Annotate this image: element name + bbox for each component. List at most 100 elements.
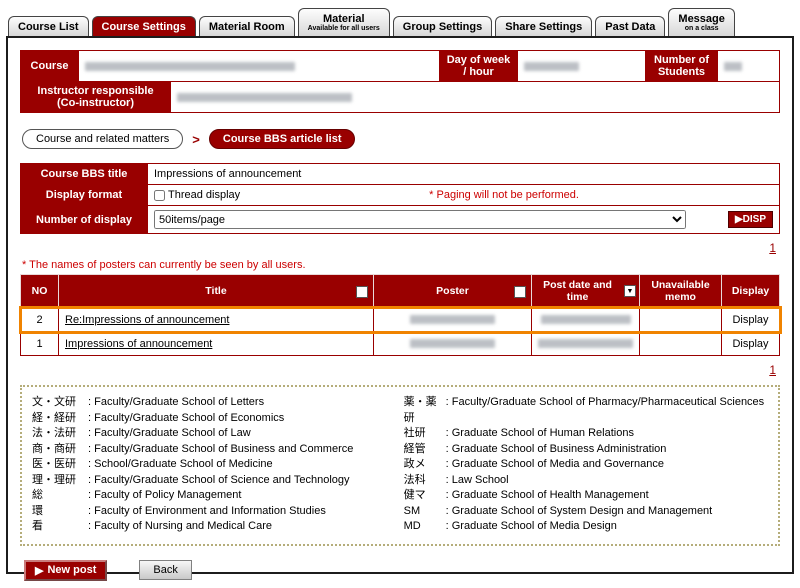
breadcrumb-separator-icon: >	[192, 132, 200, 147]
legend-item: 政メ: Graduate School of Media and Governa…	[404, 457, 768, 473]
tab-label: Group Settings	[403, 21, 482, 33]
post-no-cell: 2	[21, 308, 59, 332]
redacted-course-name	[85, 62, 295, 71]
redacted-poster-name	[410, 339, 495, 348]
tab-sublabel: on a class	[678, 25, 724, 33]
day-of-week-cell	[518, 51, 646, 82]
post-no-cell: 1	[21, 332, 59, 356]
thread-display-label: Thread display	[168, 189, 240, 201]
back-button[interactable]: Back	[139, 560, 191, 580]
bbs-article-table: NO Title Poster Post date and time▼ Unav…	[20, 274, 780, 356]
tab-course-list[interactable]: Course List	[8, 16, 89, 36]
tab-share-settings[interactable]: Share Settings	[495, 16, 592, 36]
display-format-label: Display format	[21, 185, 148, 206]
display-link[interactable]: Display	[732, 314, 768, 326]
breadcrumb: Course and related matters > Course BBS …	[22, 129, 780, 149]
thread-display-checkbox[interactable]	[154, 190, 165, 201]
table-row-selected: 2 Re:Impressions of announcement Display	[21, 308, 780, 332]
legend-abbr: 医・医研	[32, 457, 88, 473]
legend-desc: : Graduate School of Business Administra…	[446, 442, 768, 458]
triangle-down-icon: ▼	[627, 288, 634, 295]
pagination-bottom: 1	[20, 363, 776, 377]
table-header-row: NO Title Poster Post date and time▼ Unav…	[21, 275, 780, 308]
posters-visibility-notice: * The names of posters can currently be …	[22, 259, 780, 271]
legend-item: 経・経研: Faculty/Graduate School of Economi…	[32, 411, 404, 427]
tab-group-settings[interactable]: Group Settings	[393, 16, 492, 36]
page-link[interactable]: 1	[769, 241, 776, 255]
page: Course List Course Settings Material Roo…	[6, 6, 794, 574]
legend-desc: : Faculty of Policy Management	[88, 488, 404, 504]
legend-desc: : Graduate School of Human Relations	[446, 426, 768, 442]
footer-actions: ▶New post Back	[24, 560, 780, 581]
post-title-link[interactable]: Impressions of announcement	[65, 338, 212, 350]
post-memo-cell	[640, 308, 722, 332]
day-of-week-label: Day of week / hour	[440, 51, 518, 82]
legend-item: 理・理研: Faculty/Graduate School of Science…	[32, 473, 404, 489]
sort-desc-icon[interactable]: ▼	[624, 285, 636, 297]
col-header-display: Display	[722, 275, 780, 308]
tab-past-data[interactable]: Past Data	[595, 16, 665, 36]
legend-item: 環: Faculty of Environment and Informatio…	[32, 504, 404, 520]
legend-right-column: 薬・薬研: Faculty/Graduate School of Pharmac…	[404, 395, 768, 535]
post-poster-cell	[374, 308, 532, 332]
post-title-link[interactable]: Re:Impressions of announcement	[65, 314, 229, 326]
thread-display-option[interactable]: Thread display	[154, 189, 240, 201]
main-frame: Course Day of week / hour Number of Stud…	[6, 36, 794, 574]
bbs-title-value: Impressions of announcement	[148, 164, 780, 185]
legend-item: MD: Graduate School of Media Design	[404, 519, 768, 535]
tab-material-room[interactable]: Material Room	[199, 16, 295, 36]
legend-abbr: 看	[32, 519, 88, 535]
legend-item: 健マ: Graduate School of Health Management	[404, 488, 768, 504]
paging-note: * Paging will not be performed.	[429, 189, 579, 201]
redacted-student-count	[724, 62, 742, 71]
legend-desc: : Law School	[446, 473, 768, 489]
legend-desc: : Faculty of Environment and Information…	[88, 504, 404, 520]
legend-item: 文・文研: Faculty/Graduate School of Letters	[32, 395, 404, 411]
disp-button[interactable]: ▶DISP	[728, 211, 773, 228]
legend-item: 社研: Graduate School of Human Relations	[404, 426, 768, 442]
faculty-legend: 文・文研: Faculty/Graduate School of Letters…	[20, 385, 780, 546]
legend-abbr: 経・経研	[32, 411, 88, 427]
course-info-table: Course Day of week / hour Number of Stud…	[20, 50, 780, 82]
col-header-memo: Unavailable memo	[640, 275, 722, 308]
legend-abbr: 健マ	[404, 488, 446, 504]
items-per-page-select[interactable]: 50items/page	[154, 210, 686, 229]
legend-desc: : Graduate School of Media and Governanc…	[446, 457, 768, 473]
legend-desc: : Faculty/Graduate School of Business an…	[88, 442, 404, 458]
sort-toggle-poster-icon[interactable]	[514, 286, 526, 298]
instructor-cell	[171, 82, 780, 113]
tab-course-settings[interactable]: Course Settings	[92, 16, 196, 36]
legend-item: SM: Graduate School of System Design and…	[404, 504, 768, 520]
bbs-title-label: Course BBS title	[21, 164, 148, 185]
post-display-cell: Display	[722, 332, 780, 356]
redacted-post-date	[538, 339, 633, 348]
legend-left-column: 文・文研: Faculty/Graduate School of Letters…	[32, 395, 404, 535]
post-display-cell: Display	[722, 308, 780, 332]
legend-desc: : Faculty of Nursing and Medical Care	[88, 519, 404, 535]
course-related-matters-button[interactable]: Course and related matters	[22, 129, 183, 149]
disp-arrow-icon: ▶	[735, 214, 743, 225]
legend-abbr: 環	[32, 504, 88, 520]
legend-item: 法・法研: Faculty/Graduate School of Law	[32, 426, 404, 442]
new-post-button[interactable]: ▶New post	[24, 560, 107, 581]
tab-label: Material Room	[209, 21, 285, 33]
sort-toggle-title-icon[interactable]	[356, 286, 368, 298]
course-bbs-article-list-button[interactable]: Course BBS article list	[209, 129, 356, 149]
col-header-title-label: Title	[205, 285, 226, 297]
col-header-poster-label: Poster	[436, 285, 469, 297]
tab-label: Past Data	[605, 21, 655, 33]
bbs-settings-table: Course BBS title Impressions of announce…	[20, 163, 780, 234]
tab-bar: Course List Course Settings Material Roo…	[6, 6, 794, 36]
legend-item: 看: Faculty of Nursing and Medical Care	[32, 519, 404, 535]
legend-desc: : School/Graduate School of Medicine	[88, 457, 404, 473]
legend-desc: : Faculty/Graduate School of Pharmacy/Ph…	[446, 395, 768, 426]
new-post-arrow-icon: ▶	[35, 564, 43, 577]
post-title-cell: Impressions of announcement	[59, 332, 374, 356]
page-link[interactable]: 1	[769, 363, 776, 377]
disp-button-label: DISP	[743, 214, 766, 225]
tab-message[interactable]: Messageon a class	[668, 8, 734, 36]
legend-item: 薬・薬研: Faculty/Graduate School of Pharmac…	[404, 395, 768, 426]
display-link[interactable]: Display	[732, 338, 768, 350]
legend-abbr: SM	[404, 504, 446, 520]
tab-material[interactable]: MaterialAvailable for all users	[298, 8, 390, 36]
